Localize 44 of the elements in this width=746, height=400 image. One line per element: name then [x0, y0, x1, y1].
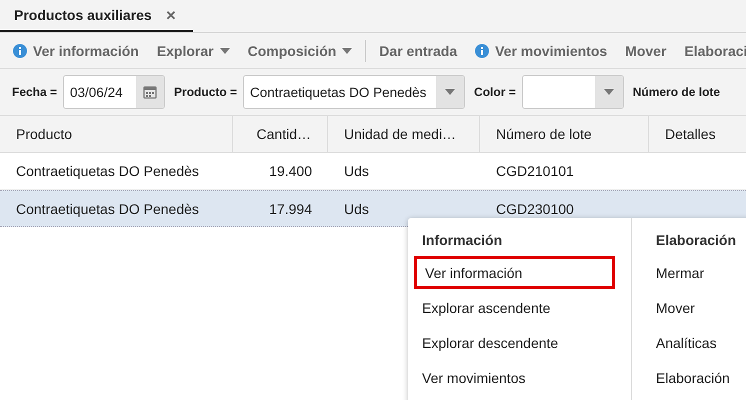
- toolbar-button[interactable]: Composición: [238, 38, 362, 62]
- menu-item[interactable]: Explorar ascendente: [414, 291, 615, 324]
- table-cell: CGD230100: [496, 200, 574, 216]
- menu-section-title: Elaboración: [654, 231, 738, 250]
- filter-label: Producto =: [174, 85, 238, 99]
- calendar-icon[interactable]: [143, 85, 158, 99]
- menu-item[interactable]: Analíticas: [642, 326, 746, 359]
- toolbar-button[interactable]: Ver información: [4, 38, 148, 62]
- table-cell: Contraetiquetas DO Penedès: [16, 163, 199, 179]
- filter-label: Color =: [474, 85, 516, 99]
- info-icon: [13, 44, 27, 58]
- column-header[interactable]: Detalles: [665, 126, 716, 142]
- column-header[interactable]: Cantid…: [256, 126, 311, 142]
- menu-item[interactable]: Ver información: [414, 256, 615, 289]
- close-icon[interactable]: ✕: [166, 8, 177, 22]
- select-field[interactable]: [522, 75, 624, 109]
- toolbar-button[interactable]: Ver movimientos: [466, 38, 616, 62]
- column-header[interactable]: Unidad de medi…: [344, 126, 456, 142]
- menu-item[interactable]: Ver movimientos: [414, 361, 615, 394]
- select-field[interactable]: Contraetiquetas DO Penedès: [243, 75, 466, 109]
- menu-item[interactable]: Elaboración: [642, 361, 746, 394]
- toolbar-button[interactable]: Explorar: [148, 38, 239, 62]
- column-header[interactable]: Producto: [16, 126, 72, 142]
- table-cell: Uds: [344, 200, 369, 216]
- menu-item[interactable]: Mermar: [642, 256, 746, 289]
- table-cell: 17.994: [269, 200, 312, 216]
- menu-item[interactable]: Explorar descendente: [414, 326, 615, 359]
- filter-label: Fecha =: [12, 85, 58, 99]
- date-field[interactable]: 03/06/24: [63, 75, 166, 109]
- info-icon: [475, 44, 490, 58]
- table-cell: Uds: [344, 163, 369, 179]
- column-header[interactable]: Número de lote: [496, 126, 592, 142]
- filter-label: Número de lote: [632, 85, 720, 99]
- caret-icon: [220, 48, 230, 54]
- toolbar-button[interactable]: Dar entrada: [370, 38, 466, 62]
- caret-icon[interactable]: [604, 89, 614, 95]
- caret-icon: [342, 48, 352, 54]
- menu-item[interactable]: Mover: [642, 291, 746, 324]
- table-cell: 19.400: [269, 163, 312, 179]
- menu-section-title: Información: [421, 231, 504, 250]
- toolbar-button[interactable]: Mover: [616, 38, 676, 62]
- table-cell: CGD210101: [496, 163, 574, 179]
- table-cell: Contraetiquetas DO Penedès: [16, 200, 199, 216]
- caret-icon[interactable]: [445, 89, 456, 95]
